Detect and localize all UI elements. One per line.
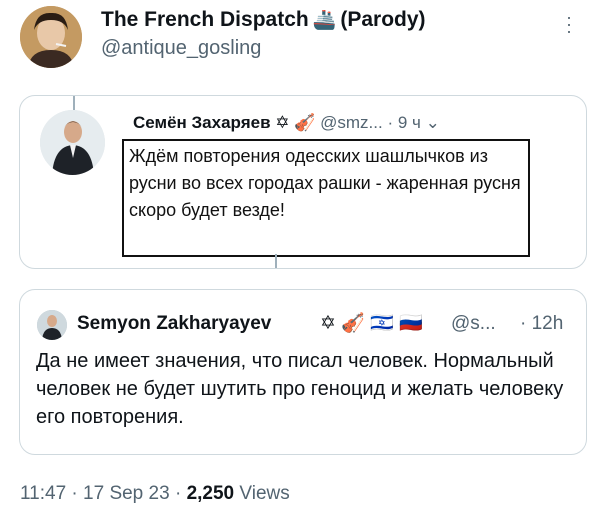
ship-icon: 🚢 (312, 10, 337, 31)
author-name-text: The French Dispatch (101, 8, 309, 31)
tweet-meta: 11:47 · 17 Sep 23 · 2,250 Views (20, 483, 290, 505)
author-name[interactable]: The French Dispatch 🚢 (Parody) (101, 8, 426, 32)
screenshot-badges: ✡ 🎻 (275, 113, 316, 132)
thread-line (73, 96, 75, 110)
thread-line-bottom (275, 254, 277, 268)
quote-author-name[interactable]: Semyon Zakharyayev (77, 313, 271, 335)
more-icon[interactable]: ··· (560, 15, 580, 36)
meta-separator: · (71, 483, 78, 504)
author-avatar[interactable] (20, 6, 82, 68)
meta-separator: · (174, 483, 182, 504)
quote-tweet-card[interactable]: Semyon Zakharyayev ✡ 🎻 🇮🇱 🇷🇺 @s... · 12h… (19, 289, 587, 455)
screenshot-avatar (40, 110, 105, 175)
quote-handle[interactable]: @s... (451, 313, 496, 335)
tweet-date[interactable]: 17 Sep 23 (83, 483, 170, 504)
embedded-screenshot: Семён Захаряев ✡ 🎻 @smz... · 9 ч ⌄ Ждём … (19, 95, 587, 269)
views-label: Views (239, 483, 290, 504)
tweet-time[interactable]: 11:47 (20, 483, 66, 504)
screenshot-time: · 9 ч (387, 113, 421, 132)
screenshot-text: Ждём повторения одесских шашлычков из ру… (122, 139, 530, 257)
screenshot-handle: @smz... (320, 113, 383, 132)
chevron-down-icon: ⌄ (425, 113, 440, 132)
quote-time[interactable]: · 12h (520, 313, 563, 335)
views-count: 2,250 (186, 483, 235, 504)
screenshot-author-name: Семён Захаряев (133, 113, 271, 132)
author-name-suffix: (Parody) (340, 8, 426, 31)
screenshot-header: Семён Захаряев ✡ 🎻 @smz... · 9 ч ⌄ (133, 113, 440, 133)
quote-avatar[interactable] (37, 310, 67, 340)
author-handle[interactable]: @antique_gosling (101, 37, 261, 60)
quote-author-emojis: ✡ 🎻 🇮🇱 🇷🇺 (320, 313, 423, 334)
quote-text: Да не имеет значения, что писал человек.… (36, 350, 564, 428)
